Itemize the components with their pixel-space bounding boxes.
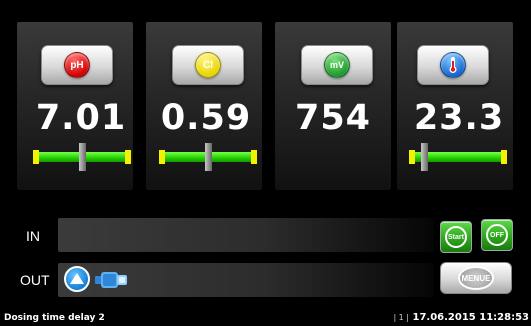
dosing-pump-motor-icon — [95, 272, 127, 288]
gauge-high-zone — [125, 150, 131, 164]
start-label: Start — [448, 233, 464, 241]
menu-label: MENUE — [461, 273, 491, 283]
thermometer-icon — [440, 52, 466, 78]
status-bar: Dosing time delay 2 | 1 | 17.06.2015 11:… — [0, 312, 531, 326]
start-button[interactable]: Start — [440, 221, 472, 253]
off-label: OFF — [490, 231, 504, 239]
status-right: | 1 | 17.06.2015 11:28:53 — [393, 312, 529, 323]
chlorine-value: 0.59 — [160, 98, 252, 138]
dosing-controller-screen: pH 7.01 Cl 0.59 mV 754 23.3 IN OUT Start… — [0, 0, 531, 326]
input-status-bar — [58, 218, 434, 252]
ph-panel: pH 7.01 — [17, 22, 133, 190]
redox-mv-icon: mV — [324, 52, 350, 78]
out-label: OUT — [20, 272, 50, 288]
chlorine-gauge — [159, 143, 257, 171]
chlorine-badge-label: Cl — [203, 59, 213, 71]
temperature-gauge — [409, 143, 507, 171]
temperature-panel: 23.3 — [397, 22, 513, 190]
chlorine-button[interactable]: Cl — [172, 45, 244, 85]
redox-badge-label: mV — [329, 60, 344, 70]
redox-panel: mV 754 — [275, 22, 391, 190]
start-icon: Start — [445, 226, 467, 248]
temperature-gauge-marker — [420, 143, 428, 171]
ph-icon: pH — [64, 52, 90, 78]
in-label: IN — [26, 228, 40, 244]
pump-active-icon — [64, 266, 90, 292]
chlorine-panel: Cl 0.59 — [146, 22, 262, 190]
menu-icon: MENUE — [458, 266, 494, 290]
gauge-high-zone — [501, 150, 507, 164]
gauge-ok-zone — [415, 152, 501, 162]
thermometer-glyph — [449, 57, 457, 73]
temperature-button[interactable] — [417, 45, 489, 85]
power-off-icon: OFF — [486, 224, 508, 246]
chlorine-icon: Cl — [195, 52, 221, 78]
chlorine-gauge-marker — [205, 143, 212, 171]
gauge-high-zone — [251, 150, 257, 164]
ph-badge-label: pH — [70, 59, 84, 71]
redox-button[interactable]: mV — [301, 45, 373, 85]
ph-button[interactable]: pH — [41, 45, 113, 85]
temperature-value: 23.3 — [413, 98, 505, 138]
status-message: Dosing time delay 2 — [4, 313, 105, 323]
ph-gauge — [33, 143, 131, 171]
menu-button[interactable]: MENUE — [440, 262, 512, 294]
ph-value: 7.01 — [35, 98, 127, 138]
off-button[interactable]: OFF — [481, 219, 513, 251]
page-indicator: | 1 | — [393, 313, 410, 322]
redox-value: 754 — [294, 98, 372, 138]
ph-gauge-marker — [79, 143, 86, 171]
status-datetime: 17.06.2015 11:28:53 — [412, 312, 530, 323]
